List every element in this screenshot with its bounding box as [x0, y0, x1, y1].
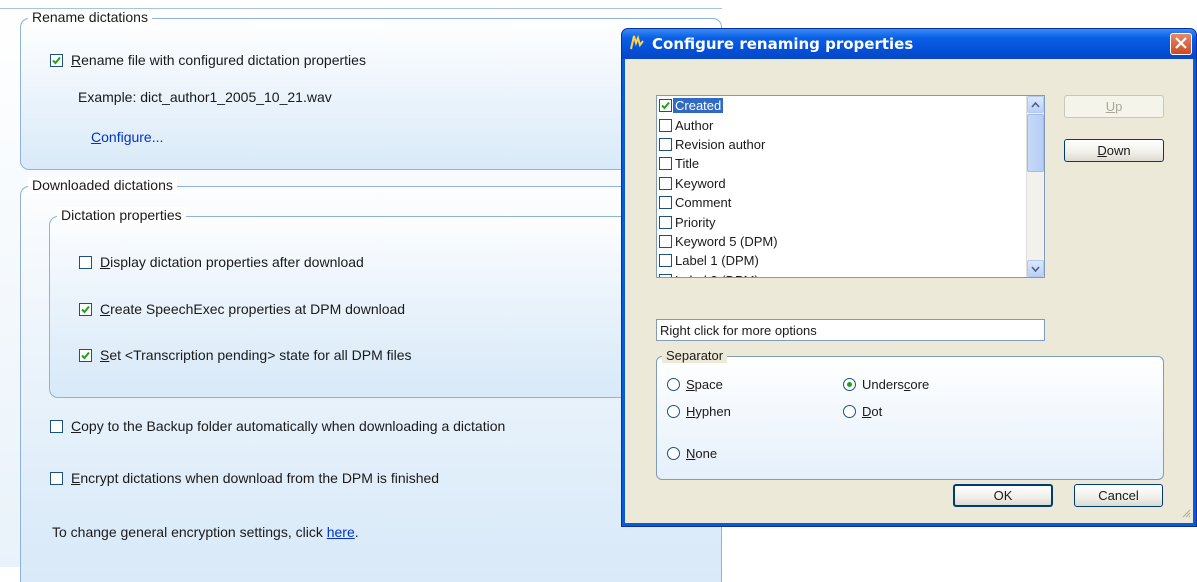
scroll-thumb[interactable]: [1027, 114, 1044, 172]
list-item-label: Keyword 5 (DPM): [675, 233, 778, 249]
radio-selected-icon[interactable]: [843, 378, 856, 391]
checkbox-icon[interactable]: [50, 419, 63, 433]
chevron-up-icon: [1031, 101, 1040, 108]
checkbox-icon[interactable]: [659, 196, 672, 210]
radio-icon[interactable]: [843, 405, 856, 418]
display-properties-label: Display dictation properties after downl…: [100, 254, 364, 270]
checkbox-icon[interactable]: [659, 176, 672, 190]
resize-grip-icon[interactable]: [1181, 505, 1191, 521]
checkbox-icon[interactable]: [659, 157, 672, 171]
separator-group: Separator: [656, 348, 1164, 480]
radio-hyphen[interactable]: Hyphen: [667, 404, 731, 419]
radio-icon[interactable]: [667, 378, 680, 391]
down-button[interactable]: Down: [1064, 139, 1164, 162]
list-item-label: Title: [675, 156, 700, 172]
list-item[interactable]: Keyword 5 (DPM): [657, 232, 1044, 251]
list-item[interactable]: Created: [657, 96, 1044, 115]
radio-underscore[interactable]: Underscore: [843, 377, 929, 392]
encryption-settings-text: To change general encryption settings, c…: [52, 524, 359, 540]
list-item[interactable]: Title: [657, 154, 1044, 173]
checkbox-checked-icon[interactable]: [50, 53, 63, 67]
dialog-title: Configure renaming properties: [652, 35, 914, 53]
cancel-button[interactable]: Cancel: [1074, 484, 1163, 507]
checkbox-checked-icon[interactable]: [659, 99, 672, 113]
radio-icon[interactable]: [667, 405, 680, 418]
list-item-label: Created: [673, 98, 724, 114]
downloaded-group-title: Downloaded dictations: [28, 177, 177, 193]
checkbox-icon[interactable]: [659, 273, 672, 277]
right-click-hint: Right click for more options: [656, 319, 1045, 341]
checkbox-icon[interactable]: [659, 234, 672, 248]
list-item-label: Priority: [675, 214, 716, 230]
checkbox-icon[interactable]: [79, 255, 92, 269]
checkbox-icon[interactable]: [659, 118, 672, 132]
list-item-label: Label 1 (DPM): [675, 253, 759, 269]
checkbox-icon[interactable]: [659, 215, 672, 229]
set-transcription-label: Set <Transcription pending> state for al…: [100, 347, 412, 363]
dictation-properties-title: Dictation properties: [57, 207, 186, 223]
list-item[interactable]: Label 1 (DPM): [657, 251, 1044, 270]
separator-title: Separator: [662, 348, 728, 363]
checkbox-checked-icon[interactable]: [79, 302, 92, 316]
list-item[interactable]: Author: [657, 115, 1044, 134]
list-item[interactable]: Label 2 (DPM): [657, 271, 1044, 277]
dialog-client-area: Created Author Revision author Title Keyword…: [625, 59, 1193, 523]
close-icon: [1175, 36, 1187, 52]
create-speechexec-label: Create SpeechExec properties at DPM down…: [100, 301, 406, 317]
display-properties-checkbox[interactable]: Display dictation properties after downl…: [79, 254, 364, 270]
list-item[interactable]: Priority: [657, 212, 1044, 231]
app-icon: [628, 33, 646, 55]
radio-dot[interactable]: Dot: [843, 404, 882, 419]
list-item-label: Revision author: [675, 136, 766, 152]
checkbox-icon[interactable]: [50, 471, 63, 485]
set-transcription-checkbox[interactable]: Set <Transcription pending> state for al…: [79, 347, 412, 363]
list-item-label: Author: [675, 117, 714, 133]
up-button[interactable]: Up: [1064, 95, 1164, 118]
rename-example-text: Example: dict_author1_2005_10_21.wav: [78, 89, 332, 105]
list-item-label: Label 2 (DPM): [673, 273, 761, 277]
copy-backup-label: Copy to the Backup folder automatically …: [71, 418, 506, 434]
rename-file-checkbox[interactable]: Rename file with configured dictation pr…: [50, 52, 366, 68]
properties-listbox[interactable]: Created Author Revision author Title Keyword…: [656, 95, 1045, 278]
list-item[interactable]: Revision author: [657, 135, 1044, 154]
configure-link[interactable]: Configure...: [91, 129, 163, 145]
rename-group-title: Rename dictations: [28, 9, 152, 25]
encrypt-label: Encrypt dictations when download from th…: [71, 470, 440, 486]
close-button[interactable]: [1170, 33, 1192, 55]
list-scrollbar[interactable]: [1026, 96, 1044, 277]
scroll-up-button[interactable]: [1027, 96, 1044, 113]
radio-space[interactable]: Space: [667, 377, 723, 392]
list-item[interactable]: Keyword: [657, 174, 1044, 193]
dialog-titlebar[interactable]: Configure renaming properties: [622, 29, 1196, 59]
encrypt-checkbox[interactable]: Encrypt dictations when download from th…: [50, 470, 439, 486]
scroll-down-button[interactable]: [1027, 260, 1044, 277]
list-item-label: Keyword: [675, 175, 726, 191]
rename-file-label: Rename file with configured dictation pr…: [71, 52, 366, 68]
configure-renaming-dialog: Configure renaming properties Created Aut…: [621, 28, 1197, 527]
checkbox-icon[interactable]: [659, 254, 672, 268]
radio-icon[interactable]: [667, 447, 680, 460]
create-speechexec-checkbox[interactable]: Create SpeechExec properties at DPM down…: [79, 301, 405, 317]
list-item[interactable]: Comment: [657, 193, 1044, 212]
checkbox-checked-icon[interactable]: [79, 348, 92, 362]
list-item-label: Comment: [675, 195, 732, 211]
chevron-down-icon: [1031, 265, 1040, 272]
checkbox-icon[interactable]: [659, 137, 672, 151]
ok-button[interactable]: OK: [953, 484, 1053, 507]
here-link[interactable]: here: [327, 524, 355, 540]
copy-backup-checkbox[interactable]: Copy to the Backup folder automatically …: [50, 418, 505, 434]
settings-panel: Rename dictations Rename file with confi…: [0, 0, 722, 582]
radio-none[interactable]: None: [667, 446, 717, 461]
